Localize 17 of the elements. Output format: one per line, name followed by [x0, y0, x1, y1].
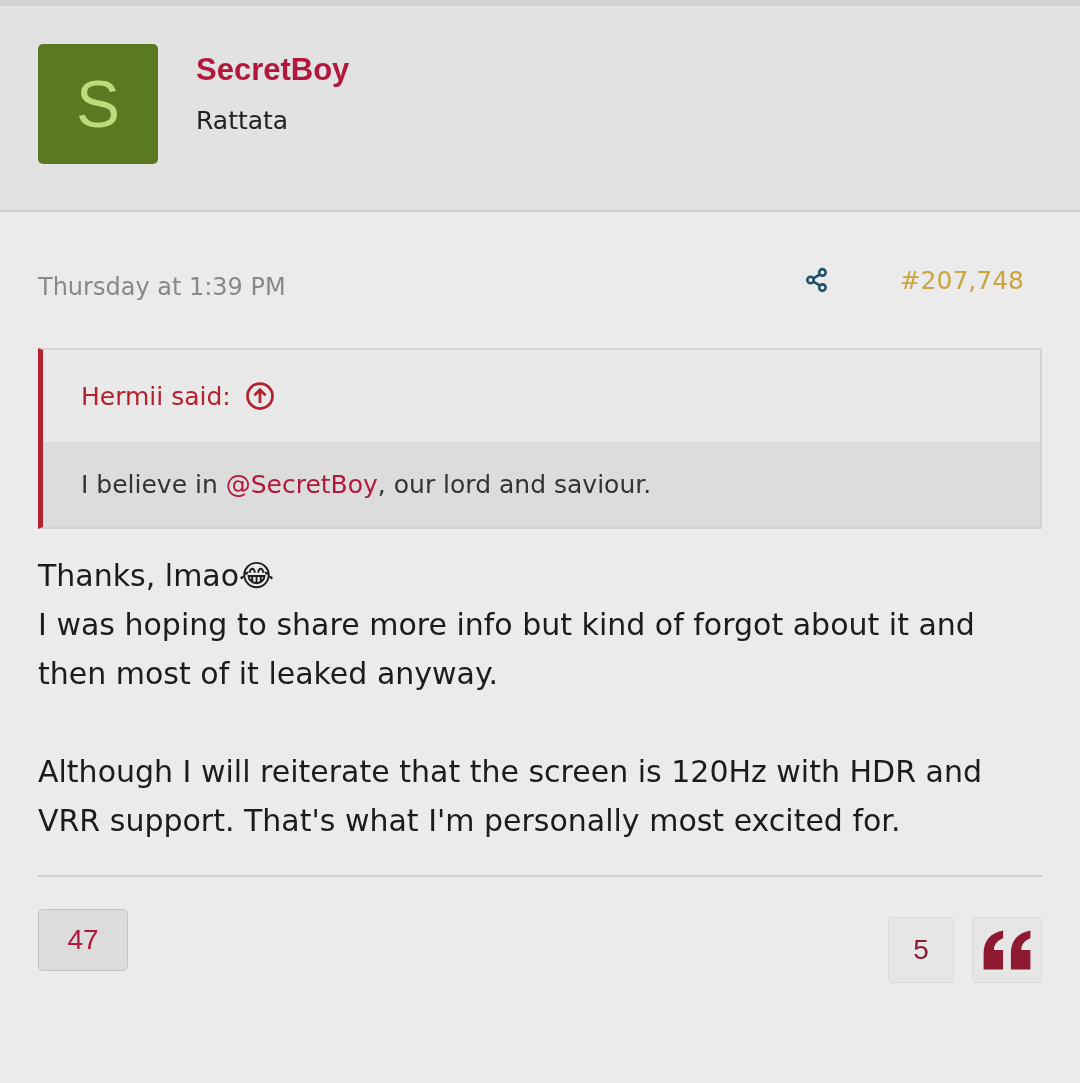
arrow-up-icon[interactable]: [244, 381, 275, 411]
quote-button[interactable]: [972, 917, 1042, 983]
avatar[interactable]: S: [38, 44, 158, 164]
reaction-count-button[interactable]: 47: [38, 909, 128, 971]
user-title: Rattata: [196, 106, 290, 135]
mention-link[interactable]: @SecretBoy: [225, 470, 378, 499]
post-text: I was hoping to share more info but kind of forgot about it and then most of it leaked anyway.: [38, 607, 975, 691]
quote-attribution[interactable]: Hermii said:: [81, 381, 231, 411]
quote-icon: [981, 930, 1033, 970]
quote-text: I believe in @SecretBoy, our lord and saviour.: [81, 470, 653, 499]
post-text: Although I will reiterate that the screen is 120Hz with HDR and VRR support. That's what I'm personally most excited for.: [38, 754, 982, 838]
share-icon[interactable]: [803, 267, 830, 293]
username-link[interactable]: SecretBoy: [196, 52, 350, 88]
post-text: Thanks, lmao: [38, 558, 240, 593]
post-date[interactable]: Thursday at 1:39 PM: [38, 259, 804, 301]
reply-count-button[interactable]: 5: [888, 917, 954, 983]
laughing-emoji-icon: 😂: [239, 558, 275, 593]
